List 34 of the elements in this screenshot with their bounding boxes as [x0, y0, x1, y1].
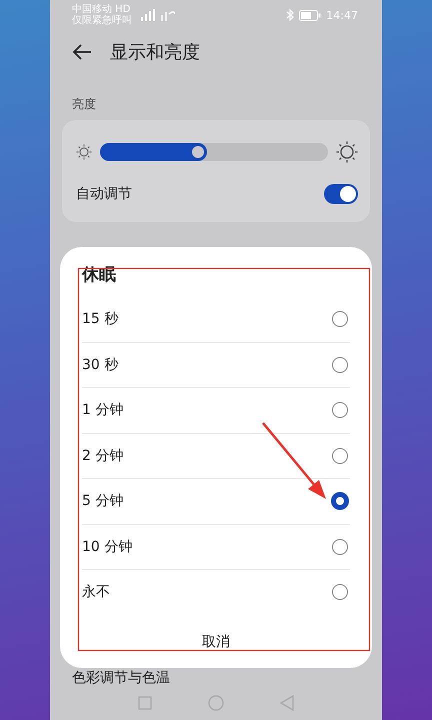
sun-icon	[76, 144, 92, 160]
back-icon[interactable]	[72, 44, 92, 60]
radio-button[interactable]	[332, 311, 348, 328]
sleep-option[interactable]: 15 秒	[82, 297, 350, 342]
sleep-option[interactable]: 30 秒	[82, 342, 350, 388]
sun-icon	[336, 141, 358, 163]
sleep-option[interactable]: 永不	[82, 570, 350, 614]
radio-button[interactable]	[332, 538, 348, 555]
auto-adjust-toggle[interactable]	[324, 184, 358, 204]
radio-button[interactable]	[331, 492, 349, 510]
option-label: 15 秒	[82, 310, 118, 328]
brightness-slider[interactable]	[100, 143, 328, 161]
sleep-option[interactable]: 2 分钟	[82, 434, 350, 479]
signal-icon	[141, 9, 175, 21]
option-label: 5 分钟	[82, 492, 124, 510]
radio-button[interactable]	[332, 448, 348, 464]
option-label: 10 分钟	[82, 538, 132, 556]
option-label: 永不	[82, 583, 110, 602]
sleep-option[interactable]: 10 分钟	[82, 524, 350, 570]
bluetooth-icon	[286, 9, 294, 21]
option-label: 2 分钟	[82, 446, 124, 465]
page-title: 显示和亮度	[110, 41, 200, 64]
sleep-option[interactable]: 1 分钟	[82, 388, 350, 434]
radio-button[interactable]	[332, 402, 348, 418]
option-label: 1 分钟	[82, 401, 124, 420]
section-label: 亮度	[71, 96, 97, 113]
option-label: 30 秒	[82, 356, 118, 374]
auto-adjust-label: 自动调节	[76, 185, 132, 203]
radio-button[interactable]	[332, 584, 348, 600]
color-temperature-item[interactable]: 色彩调节与色温	[72, 670, 170, 686]
cancel-button[interactable]: 取消	[186, 626, 246, 656]
battery-icon	[299, 10, 322, 20]
radio-button[interactable]	[332, 356, 348, 373]
dialog-title: 休眠	[82, 264, 117, 287]
